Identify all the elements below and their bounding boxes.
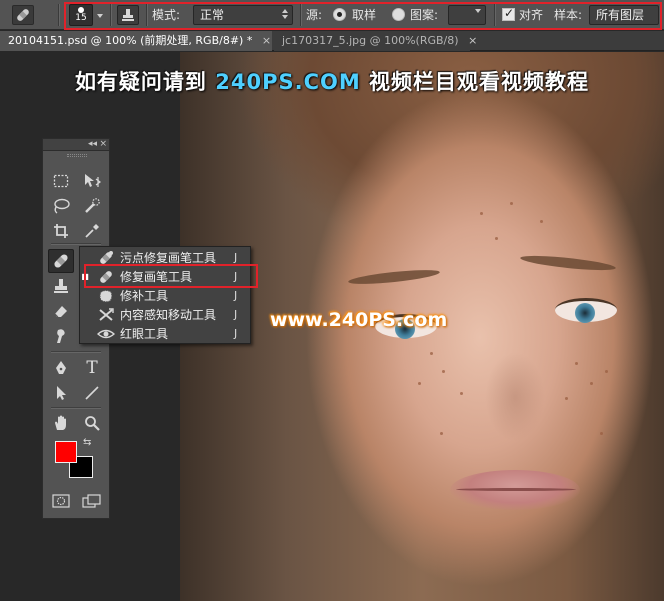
flyout-item-label: 红眼工具	[120, 327, 169, 341]
tutorial-banner: 如有疑问请到 240PS.COM 视频栏目观看视频教程	[0, 66, 664, 96]
patch-icon	[96, 288, 116, 304]
bandage-icon	[12, 5, 34, 25]
left-eyebrow	[347, 267, 441, 287]
flyout-item-label: 修补工具	[120, 289, 169, 303]
clone-stamp-tool[interactable]	[50, 276, 72, 296]
move-icon	[85, 174, 101, 187]
type-tool[interactable]: T	[81, 358, 103, 378]
flyout-item-content-aware-move[interactable]: 内容感知移动工具 J	[80, 305, 250, 324]
tab-label: jc170317_5.jpg @ 100%(RGB/8)	[282, 34, 459, 47]
crop-icon	[54, 224, 68, 238]
red-eye-icon	[96, 326, 116, 342]
eraser-icon	[54, 306, 67, 318]
banner-brand: 240PS.COM	[215, 70, 361, 94]
foreground-color-swatch[interactable]	[55, 441, 77, 463]
collapse-icon[interactable]: ◂◂	[88, 139, 97, 150]
flyout-item-red-eye[interactable]: 红眼工具 J	[80, 324, 250, 343]
nose	[485, 352, 545, 442]
right-eyebrow	[519, 253, 617, 273]
document-tab[interactable]: jc170317_5.jpg @ 100%(RGB/8) ×	[274, 31, 477, 51]
type-icon: T	[86, 358, 98, 378]
site-watermark: www.240PS.com	[270, 309, 448, 331]
flyout-highlight-frame	[84, 264, 258, 288]
line-icon	[85, 386, 99, 400]
pen-tool[interactable]	[50, 358, 72, 378]
hand-icon	[55, 415, 66, 430]
healing-brush-tool[interactable]	[48, 249, 74, 273]
document-tab-bar: 20104151.psd @ 100% (前期处理, RGB/8#) * × j…	[0, 31, 664, 51]
options-highlight-frame	[64, 2, 662, 30]
arrow-icon	[57, 386, 66, 400]
document-tab-active[interactable]: 20104151.psd @ 100% (前期处理, RGB/8#) * ×	[0, 31, 272, 51]
quick-selection-icon	[85, 198, 100, 213]
banner-prefix: 如有疑问请到	[74, 70, 216, 94]
quick-mask-button[interactable]	[50, 491, 72, 511]
quick-selection-tool[interactable]	[81, 196, 103, 216]
right-eye	[555, 298, 617, 323]
lasso-tool[interactable]	[50, 196, 72, 216]
tool-preset-picker[interactable]	[12, 4, 52, 26]
tools-panel-header[interactable]: ◂◂ ×	[43, 139, 109, 151]
quick-mask-icon	[52, 494, 70, 508]
line-tool[interactable]	[81, 383, 103, 403]
screen-mode-icon	[82, 494, 101, 508]
smudge-icon	[57, 329, 65, 343]
panel-grip[interactable]	[67, 154, 87, 157]
stamp-icon	[54, 279, 68, 293]
shortcut-key: J	[234, 327, 238, 340]
shortcut-key: J	[234, 308, 238, 321]
pen-icon	[56, 361, 66, 374]
eraser-tool[interactable]	[50, 301, 72, 321]
banner-suffix: 视频栏目观看视频教程	[360, 70, 590, 94]
lip-line	[456, 488, 576, 491]
path-selection-tool[interactable]	[50, 383, 72, 403]
tab-label: 20104151.psd @ 100% (前期处理, RGB/8#) *	[8, 34, 253, 47]
marquee-icon	[53, 174, 69, 188]
flyout-item-label: 内容感知移动工具	[120, 308, 217, 322]
lasso-icon	[54, 198, 70, 214]
move-tool[interactable]	[81, 171, 103, 191]
eyedropper-tool[interactable]	[81, 221, 103, 241]
zoom-tool[interactable]	[81, 413, 103, 433]
content-aware-move-icon	[96, 307, 116, 323]
hand-tool[interactable]	[50, 413, 72, 433]
marquee-tool[interactable]	[50, 171, 72, 191]
crop-tool[interactable]	[50, 221, 72, 241]
separator	[51, 351, 101, 352]
separator	[51, 407, 101, 408]
separator	[58, 4, 59, 26]
bandage-icon	[54, 254, 68, 268]
close-icon[interactable]: ×	[262, 34, 271, 47]
shortcut-key: J	[234, 289, 238, 302]
healing-tools-flyout: 污点修复画笔工具 J ■ 修复画笔工具 J 修补工具 J 内容感知移动工具 J …	[79, 246, 251, 344]
flyout-item-patch[interactable]: 修补工具 J	[80, 286, 250, 305]
shortcut-key: J	[234, 251, 238, 264]
close-icon[interactable]: ×	[99, 139, 107, 150]
smudge-tool[interactable]	[50, 326, 72, 346]
eyedropper-icon	[85, 224, 99, 238]
screen-mode-button[interactable]	[81, 491, 103, 511]
magnifier-icon	[85, 416, 100, 431]
close-icon[interactable]: ×	[468, 34, 477, 47]
swap-colors-icon[interactable]: ⇆	[83, 437, 91, 448]
separator	[51, 243, 101, 244]
